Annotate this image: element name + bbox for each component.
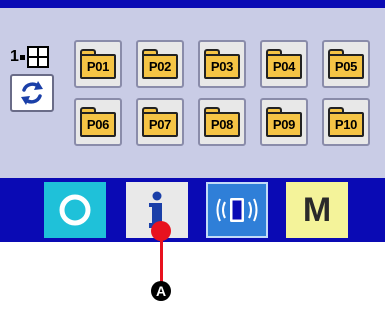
communication-button[interactable] (206, 182, 268, 238)
pattern-button-p03[interactable]: P03 (198, 40, 246, 88)
panel-screen: 1 P01 P02 P03 P04 P05 P06 P07 P08 P09 P1… (0, 0, 385, 242)
pattern-label: P08 (210, 117, 234, 132)
pattern-label: P09 (272, 117, 296, 132)
folder-icon: P08 (204, 107, 240, 137)
pattern-button-p07[interactable]: P07 (136, 98, 184, 146)
page-indicator: 1 (10, 44, 49, 70)
folder-icon: P05 (328, 49, 364, 79)
pattern-button-p06[interactable]: P06 (74, 98, 122, 146)
pattern-label: P05 (334, 59, 358, 74)
mode-label: M (302, 190, 332, 229)
folder-icon: P02 (142, 49, 178, 79)
ready-ring-icon (59, 194, 91, 226)
pattern-label: P03 (210, 59, 234, 74)
callout-label-a: A (151, 281, 171, 301)
folder-icon: P01 (80, 49, 116, 79)
page-switch-button[interactable] (10, 74, 54, 112)
refresh-icon (21, 81, 43, 105)
communication-icon (216, 198, 258, 222)
page-number: 1 (10, 48, 19, 65)
ready-button[interactable] (44, 182, 106, 238)
folder-icon: P10 (328, 107, 364, 137)
top-frame-bar (0, 0, 385, 8)
folder-icon: P07 (142, 107, 178, 137)
mode-button[interactable]: M (286, 182, 348, 238)
folder-icon: P03 (204, 49, 240, 79)
folder-icon: P09 (266, 107, 302, 137)
pattern-label: P10 (334, 117, 358, 132)
folder-icon: P04 (266, 49, 302, 79)
pattern-label: P01 (86, 59, 110, 74)
grid-view-icon (26, 46, 49, 68)
pattern-label: P02 (148, 59, 172, 74)
separator-dot (19, 54, 25, 60)
folder-icon: P06 (80, 107, 116, 137)
pattern-label: P04 (272, 59, 296, 74)
pattern-label: P07 (148, 117, 172, 132)
pattern-button-p09[interactable]: P09 (260, 98, 308, 146)
pattern-button-p01[interactable]: P01 (74, 40, 122, 88)
pattern-label: P06 (86, 117, 110, 132)
pattern-button-p08[interactable]: P08 (198, 98, 246, 146)
callout-pointer-dot (151, 221, 171, 241)
pattern-button-p04[interactable]: P04 (260, 40, 308, 88)
pattern-button-p10[interactable]: P10 (322, 98, 370, 146)
pattern-button-p05[interactable]: P05 (322, 40, 370, 88)
pattern-button-p02[interactable]: P02 (136, 40, 184, 88)
